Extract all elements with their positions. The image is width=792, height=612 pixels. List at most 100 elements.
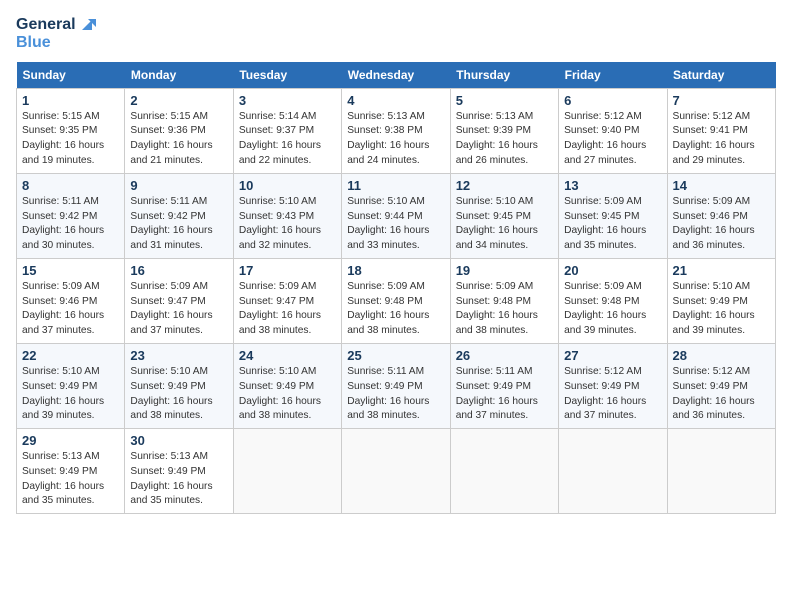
calendar-cell: 24 Sunrise: 5:10 AM Sunset: 9:49 PM Dayl… (233, 343, 341, 428)
day-info: Sunrise: 5:15 AM Sunset: 9:36 PM Dayligh… (130, 110, 227, 169)
day-info: Sunrise: 5:09 AM Sunset: 9:45 PM Dayligh… (564, 195, 661, 254)
day-info: Sunrise: 5:09 AM Sunset: 9:46 PM Dayligh… (22, 280, 119, 339)
calendar-week-row: 22 Sunrise: 5:10 AM Sunset: 9:49 PM Dayl… (17, 343, 776, 428)
calendar-cell (667, 429, 775, 514)
day-info: Sunrise: 5:10 AM Sunset: 9:44 PM Dayligh… (347, 195, 444, 254)
day-number: 14 (673, 178, 770, 193)
calendar-cell: 27 Sunrise: 5:12 AM Sunset: 9:49 PM Dayl… (559, 343, 667, 428)
day-info: Sunrise: 5:10 AM Sunset: 9:49 PM Dayligh… (130, 365, 227, 424)
logo-arrow-icon (78, 16, 96, 34)
calendar-week-row: 1 Sunrise: 5:15 AM Sunset: 9:35 PM Dayli… (17, 88, 776, 173)
day-info: Sunrise: 5:10 AM Sunset: 9:45 PM Dayligh… (456, 195, 553, 254)
day-info: Sunrise: 5:13 AM Sunset: 9:39 PM Dayligh… (456, 110, 553, 169)
logo-text-general: General (16, 16, 76, 34)
calendar-cell (233, 429, 341, 514)
calendar-cell: 14 Sunrise: 5:09 AM Sunset: 9:46 PM Dayl… (667, 173, 775, 258)
calendar-week-row: 15 Sunrise: 5:09 AM Sunset: 9:46 PM Dayl… (17, 258, 776, 343)
day-number: 18 (347, 263, 444, 278)
day-number: 17 (239, 263, 336, 278)
logo: General Blue (16, 16, 96, 52)
logo-image: General Blue (16, 16, 96, 52)
calendar-cell: 17 Sunrise: 5:09 AM Sunset: 9:47 PM Dayl… (233, 258, 341, 343)
weekday-header: Tuesday (233, 62, 341, 89)
weekday-header: Wednesday (342, 62, 450, 89)
calendar-cell: 12 Sunrise: 5:10 AM Sunset: 9:45 PM Dayl… (450, 173, 558, 258)
day-info: Sunrise: 5:12 AM Sunset: 9:41 PM Dayligh… (673, 110, 770, 169)
calendar-week-row: 29 Sunrise: 5:13 AM Sunset: 9:49 PM Dayl… (17, 429, 776, 514)
calendar-cell: 9 Sunrise: 5:11 AM Sunset: 9:42 PM Dayli… (125, 173, 233, 258)
day-info: Sunrise: 5:13 AM Sunset: 9:49 PM Dayligh… (22, 450, 119, 509)
weekday-header: Friday (559, 62, 667, 89)
day-info: Sunrise: 5:09 AM Sunset: 9:48 PM Dayligh… (564, 280, 661, 339)
day-number: 15 (22, 263, 119, 278)
day-number: 22 (22, 348, 119, 363)
calendar-cell: 20 Sunrise: 5:09 AM Sunset: 9:48 PM Dayl… (559, 258, 667, 343)
day-number: 24 (239, 348, 336, 363)
logo-text-blue: Blue (16, 34, 51, 52)
day-number: 2 (130, 93, 227, 108)
calendar-cell: 7 Sunrise: 5:12 AM Sunset: 9:41 PM Dayli… (667, 88, 775, 173)
calendar-cell: 10 Sunrise: 5:10 AM Sunset: 9:43 PM Dayl… (233, 173, 341, 258)
day-info: Sunrise: 5:10 AM Sunset: 9:49 PM Dayligh… (239, 365, 336, 424)
day-number: 3 (239, 93, 336, 108)
day-number: 21 (673, 263, 770, 278)
day-info: Sunrise: 5:09 AM Sunset: 9:47 PM Dayligh… (130, 280, 227, 339)
calendar-cell: 13 Sunrise: 5:09 AM Sunset: 9:45 PM Dayl… (559, 173, 667, 258)
day-info: Sunrise: 5:12 AM Sunset: 9:40 PM Dayligh… (564, 110, 661, 169)
day-info: Sunrise: 5:11 AM Sunset: 9:49 PM Dayligh… (456, 365, 553, 424)
weekday-header: Sunday (17, 62, 125, 89)
calendar-cell: 8 Sunrise: 5:11 AM Sunset: 9:42 PM Dayli… (17, 173, 125, 258)
calendar-cell: 26 Sunrise: 5:11 AM Sunset: 9:49 PM Dayl… (450, 343, 558, 428)
calendar-cell: 19 Sunrise: 5:09 AM Sunset: 9:48 PM Dayl… (450, 258, 558, 343)
day-number: 7 (673, 93, 770, 108)
day-info: Sunrise: 5:11 AM Sunset: 9:49 PM Dayligh… (347, 365, 444, 424)
day-info: Sunrise: 5:12 AM Sunset: 9:49 PM Dayligh… (673, 365, 770, 424)
calendar-cell: 15 Sunrise: 5:09 AM Sunset: 9:46 PM Dayl… (17, 258, 125, 343)
calendar-cell: 2 Sunrise: 5:15 AM Sunset: 9:36 PM Dayli… (125, 88, 233, 173)
calendar-cell: 30 Sunrise: 5:13 AM Sunset: 9:49 PM Dayl… (125, 429, 233, 514)
day-number: 23 (130, 348, 227, 363)
weekday-header: Thursday (450, 62, 558, 89)
calendar-cell (559, 429, 667, 514)
day-info: Sunrise: 5:13 AM Sunset: 9:49 PM Dayligh… (130, 450, 227, 509)
calendar-cell: 11 Sunrise: 5:10 AM Sunset: 9:44 PM Dayl… (342, 173, 450, 258)
day-info: Sunrise: 5:10 AM Sunset: 9:43 PM Dayligh… (239, 195, 336, 254)
day-number: 6 (564, 93, 661, 108)
day-info: Sunrise: 5:09 AM Sunset: 9:47 PM Dayligh… (239, 280, 336, 339)
day-number: 29 (22, 433, 119, 448)
day-info: Sunrise: 5:10 AM Sunset: 9:49 PM Dayligh… (673, 280, 770, 339)
day-info: Sunrise: 5:09 AM Sunset: 9:48 PM Dayligh… (347, 280, 444, 339)
day-info: Sunrise: 5:09 AM Sunset: 9:46 PM Dayligh… (673, 195, 770, 254)
day-number: 12 (456, 178, 553, 193)
calendar-cell: 25 Sunrise: 5:11 AM Sunset: 9:49 PM Dayl… (342, 343, 450, 428)
calendar-cell (450, 429, 558, 514)
day-info: Sunrise: 5:13 AM Sunset: 9:38 PM Dayligh… (347, 110, 444, 169)
day-info: Sunrise: 5:11 AM Sunset: 9:42 PM Dayligh… (22, 195, 119, 254)
calendar-table: SundayMondayTuesdayWednesdayThursdayFrid… (16, 62, 776, 515)
calendar-cell: 29 Sunrise: 5:13 AM Sunset: 9:49 PM Dayl… (17, 429, 125, 514)
calendar-cell: 4 Sunrise: 5:13 AM Sunset: 9:38 PM Dayli… (342, 88, 450, 173)
day-number: 28 (673, 348, 770, 363)
day-number: 20 (564, 263, 661, 278)
calendar-cell: 21 Sunrise: 5:10 AM Sunset: 9:49 PM Dayl… (667, 258, 775, 343)
calendar-cell (342, 429, 450, 514)
weekday-header: Saturday (667, 62, 775, 89)
day-info: Sunrise: 5:12 AM Sunset: 9:49 PM Dayligh… (564, 365, 661, 424)
day-number: 10 (239, 178, 336, 193)
day-number: 26 (456, 348, 553, 363)
calendar-cell: 5 Sunrise: 5:13 AM Sunset: 9:39 PM Dayli… (450, 88, 558, 173)
calendar-cell: 18 Sunrise: 5:09 AM Sunset: 9:48 PM Dayl… (342, 258, 450, 343)
day-info: Sunrise: 5:14 AM Sunset: 9:37 PM Dayligh… (239, 110, 336, 169)
day-number: 4 (347, 93, 444, 108)
calendar-header-row: SundayMondayTuesdayWednesdayThursdayFrid… (17, 62, 776, 89)
day-number: 11 (347, 178, 444, 193)
day-info: Sunrise: 5:11 AM Sunset: 9:42 PM Dayligh… (130, 195, 227, 254)
calendar-week-row: 8 Sunrise: 5:11 AM Sunset: 9:42 PM Dayli… (17, 173, 776, 258)
day-number: 25 (347, 348, 444, 363)
day-number: 27 (564, 348, 661, 363)
day-number: 1 (22, 93, 119, 108)
calendar-cell: 28 Sunrise: 5:12 AM Sunset: 9:49 PM Dayl… (667, 343, 775, 428)
day-info: Sunrise: 5:09 AM Sunset: 9:48 PM Dayligh… (456, 280, 553, 339)
calendar-cell: 16 Sunrise: 5:09 AM Sunset: 9:47 PM Dayl… (125, 258, 233, 343)
day-info: Sunrise: 5:15 AM Sunset: 9:35 PM Dayligh… (22, 110, 119, 169)
